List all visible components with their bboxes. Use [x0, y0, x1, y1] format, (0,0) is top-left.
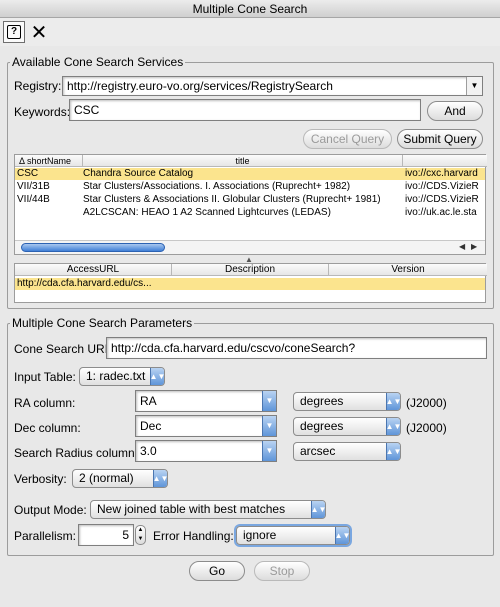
parallelism-stepper[interactable]: ▲ ▼ — [135, 525, 146, 545]
dec-unit-select[interactable]: degrees ▲▼ — [293, 417, 401, 436]
column-header-ivo[interactable] — [403, 155, 487, 167]
chevron-updown-icon: ▲▼ — [386, 443, 401, 460]
registry-label: Registry: — [14, 79, 62, 93]
keywords-input[interactable]: CSC — [69, 99, 421, 121]
row-title: Star Clusters & Associations II. Globula… — [83, 194, 381, 205]
params-group-title: Multiple Cone Search Parameters — [10, 316, 195, 330]
toolbar: ? ✕ — [0, 18, 500, 46]
verbosity-select[interactable]: 2 (normal) ▲▼ — [72, 469, 168, 488]
window-title: Multiple Cone Search — [0, 0, 500, 18]
chevron-updown-icon: ▲▼ — [311, 501, 326, 518]
table-row[interactable]: CSC Chandra Source Catalog ivo://cxc.har… — [15, 168, 485, 180]
services-group-title: Available Cone Search Services — [10, 55, 186, 69]
row-shortname: VII/44B — [17, 194, 50, 205]
params-group: Multiple Cone Search Parameters Cone Sea… — [7, 316, 494, 556]
input-table-label: Input Table: — [14, 370, 76, 384]
scroll-left-icon[interactable]: ◀ — [459, 242, 465, 251]
ra-system-label: (J2000) — [406, 396, 447, 410]
close-button[interactable]: ✕ — [28, 21, 50, 44]
ra-unit-value: degrees — [300, 394, 344, 408]
row-title: Chandra Source Catalog — [83, 168, 194, 179]
chevron-updown-icon: ▲▼ — [386, 418, 401, 435]
ra-unit-select[interactable]: degrees ▲▼ — [293, 392, 401, 411]
column-header-version[interactable]: Version — [329, 264, 487, 276]
chevron-updown-icon: ▲▼ — [386, 393, 401, 410]
column-header-shortname-label: shortName — [27, 156, 72, 166]
stop-button[interactable]: Stop — [254, 561, 310, 581]
row-ivo: ivo://CDS.VizieR — [405, 181, 479, 192]
horizontal-scrollbar[interactable]: ◀ ▶ — [15, 240, 485, 254]
row-shortname: CSC — [17, 168, 39, 179]
close-icon: ✕ — [30, 21, 48, 44]
scrollbar-thumb[interactable] — [21, 243, 165, 252]
ra-column-value: RA — [140, 394, 157, 408]
output-mode-value: New joined table with best matches — [97, 502, 286, 516]
cancel-query-button[interactable]: Cancel Query — [303, 129, 392, 149]
chevron-down-icon[interactable]: ▼ — [262, 391, 276, 411]
ra-column-label: RA column: — [14, 396, 76, 410]
radius-unit-select[interactable]: arcsec ▲▼ — [293, 442, 401, 461]
dec-system-label: (J2000) — [406, 421, 447, 435]
registry-select[interactable]: http://registry.euro-vo.org/services/Reg… — [62, 76, 483, 96]
keywords-label: Keywords: — [14, 105, 71, 119]
column-header-shortname[interactable]: Δ shortName — [15, 155, 83, 167]
radius-unit-value: arcsec — [300, 444, 336, 458]
chevron-down-icon[interactable]: ▼ — [262, 416, 276, 436]
dec-column-value: Dec — [140, 419, 162, 433]
services-table: Δ shortName title CSC Chandra Source Cat… — [14, 154, 487, 255]
scroll-right-icon[interactable]: ▶ — [471, 242, 477, 251]
search-radius-value: 3.0 — [140, 444, 157, 458]
dec-column-label: Dec column: — [14, 421, 81, 435]
submit-query-button[interactable]: Submit Query — [397, 129, 483, 149]
column-header-title[interactable]: title — [83, 155, 403, 167]
row-title: A2LCSCAN: HEAO 1 A2 Scanned Lightcurves … — [83, 207, 331, 218]
column-header-description[interactable]: Description — [172, 264, 329, 276]
cone-url-label: Cone Search URL: — [14, 342, 115, 356]
ra-column-input[interactable]: RA ▼ — [135, 390, 277, 412]
row-accessurl: http://cda.cfa.harvard.edu/cs... — [17, 278, 152, 289]
error-handling-value: ignore — [243, 528, 277, 542]
services-group: Available Cone Search Services Registry:… — [7, 55, 494, 309]
help-button[interactable]: ? — [3, 21, 25, 43]
row-ivo: ivo://CDS.VizieR — [405, 194, 479, 205]
verbosity-label: Verbosity: — [14, 472, 67, 486]
row-title: Star Clusters/Associations. I. Associati… — [83, 181, 351, 192]
cone-url-input[interactable]: http://cda.cfa.harvard.edu/cscvo/coneSea… — [106, 337, 487, 359]
access-table: AccessURL Description Version http://cda… — [14, 263, 487, 303]
dec-column-input[interactable]: Dec ▼ — [135, 415, 277, 437]
output-mode-select[interactable]: New joined table with best matches ▲▼ — [90, 500, 326, 519]
chevron-updown-icon: ▲▼ — [335, 527, 350, 544]
table-row[interactable]: VII/31B Star Clusters/Associations. I. A… — [15, 181, 485, 193]
parallelism-label: Parallelism: — [14, 529, 77, 543]
table-row[interactable]: A2LCSCAN: HEAO 1 A2 Scanned Lightcurves … — [15, 207, 485, 219]
sort-ascending-icon: Δ — [19, 156, 25, 166]
chevron-updown-icon: ▲▼ — [150, 368, 165, 385]
table-row[interactable]: http://cda.cfa.harvard.edu/cs... — [15, 278, 485, 290]
row-ivo: ivo://uk.ac.le.sta — [405, 207, 477, 218]
search-radius-label: Search Radius column: — [14, 446, 139, 460]
row-ivo: ivo://cxc.harvard — [405, 168, 478, 179]
chevron-down-icon[interactable]: ▼ — [466, 77, 482, 95]
input-table-select[interactable]: 1: radec.txt ▲▼ — [79, 367, 165, 386]
dec-unit-value: degrees — [300, 419, 344, 433]
chevron-updown-icon: ▲▼ — [153, 470, 168, 487]
registry-value: http://registry.euro-vo.org/services/Reg… — [67, 79, 333, 93]
parallelism-input[interactable]: 5 — [78, 524, 134, 546]
and-button[interactable]: And — [427, 101, 483, 121]
help-icon: ? — [7, 25, 21, 39]
row-shortname: VII/31B — [17, 181, 50, 192]
error-handling-label: Error Handling: — [153, 529, 234, 543]
output-mode-label: Output Mode: — [14, 503, 87, 517]
chevron-down-icon[interactable]: ▼ — [262, 441, 276, 461]
input-table-value: 1: radec.txt — [86, 369, 146, 383]
verbosity-value: 2 (normal) — [79, 471, 134, 485]
table-row[interactable]: VII/44B Star Clusters & Associations II.… — [15, 194, 485, 206]
search-radius-input[interactable]: 3.0 ▼ — [135, 440, 277, 462]
error-handling-select[interactable]: ignore ▲▼ — [236, 526, 350, 545]
column-header-accessurl[interactable]: AccessURL — [15, 264, 172, 276]
go-button[interactable]: Go — [189, 561, 245, 581]
